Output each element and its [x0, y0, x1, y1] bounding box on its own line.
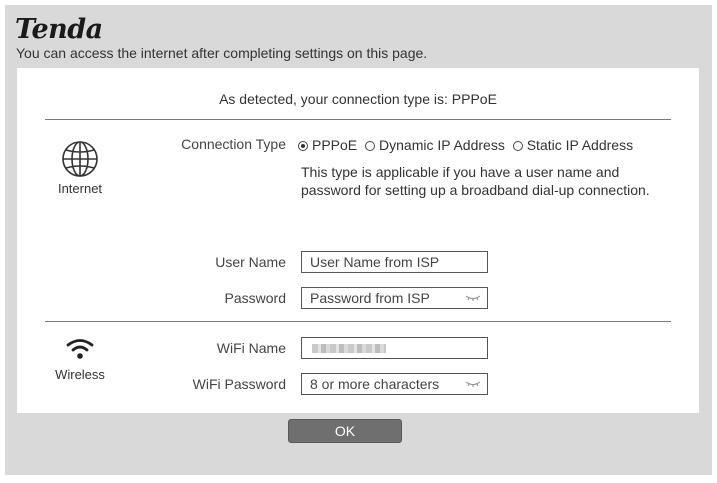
wifi-name-label: WiFi Name [216, 340, 286, 356]
wireless-section-label: Wireless [55, 367, 105, 382]
wifi-icon [66, 339, 94, 359]
password-field[interactable] [301, 287, 488, 309]
username-input[interactable] [310, 254, 460, 270]
settings-panel: As detected, your connection type is: PP… [17, 68, 699, 413]
radio-pppoe-label: PPPoE [312, 137, 358, 153]
wifi-password-input[interactable] [310, 376, 460, 392]
globe-icon [62, 141, 98, 177]
eye-closed-icon[interactable] [465, 294, 481, 302]
password-input[interactable] [310, 290, 460, 306]
divider [45, 119, 671, 120]
radio-selected-icon [298, 141, 308, 151]
eye-closed-icon[interactable] [465, 380, 481, 388]
username-label: User Name [215, 254, 286, 270]
connection-type-radio-group: PPPoE Dynamic IP Address Static IP Addre… [298, 137, 637, 153]
radio-unselected-icon [512, 141, 523, 151]
radio-static-ip-label: Static IP Address [526, 137, 634, 153]
connection-type-description: This type is applicable if you have a us… [301, 164, 650, 198]
username-field[interactable] [301, 251, 488, 273]
password-label: Password [224, 290, 286, 306]
radio-static-ip[interactable]: Static IP Address [512, 137, 634, 153]
internet-section-label: Internet [57, 181, 103, 196]
radio-dynamic-ip[interactable]: Dynamic IP Address [365, 137, 505, 153]
page-subtitle: You can access the internet after comple… [16, 45, 428, 61]
detection-message: As detected, your connection type is: PP… [219, 91, 497, 107]
tenda-logo: Tenda [15, 14, 103, 45]
radio-dynamic-ip-label: Dynamic IP Address [379, 137, 505, 153]
obscured-wifi-name [312, 344, 386, 353]
setup-frame: Tenda You can access the internet after … [5, 5, 712, 475]
wifi-name-field[interactable] [301, 337, 488, 359]
wifi-password-field[interactable] [301, 373, 488, 395]
radio-pppoe[interactable]: PPPoE [298, 137, 357, 153]
connection-type-label: Connection Type [181, 136, 286, 152]
wifi-password-label: WiFi Password [192, 376, 286, 392]
divider [45, 321, 671, 322]
ok-button[interactable]: OK [288, 419, 402, 443]
radio-unselected-icon [365, 141, 376, 151]
